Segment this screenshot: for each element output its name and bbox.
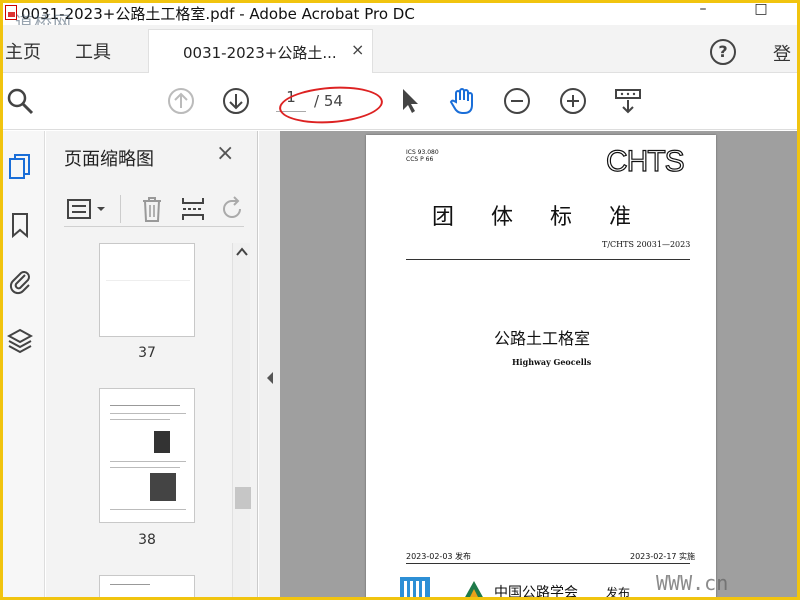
zoom-in-icon[interactable]: [558, 86, 588, 116]
thumbnail-panel: 页面缩略图 × 37 38: [46, 131, 258, 597]
chts-emblem-icon: [465, 581, 483, 597]
standard-type: 团 体 标 准: [432, 205, 635, 230]
organization-name: 中国公路学会: [494, 585, 578, 597]
document-viewport[interactable]: ICS 93.080 CCS P 66 CHTS 团 体 标 准 T/CHTS …: [280, 131, 797, 597]
pdf-page: ICS 93.080 CCS P 66 CHTS 团 体 标 准 T/CHTS …: [366, 135, 716, 597]
select-cursor-icon[interactable]: [395, 86, 425, 116]
thumbnail-content: [110, 413, 186, 414]
hand-tool-icon[interactable]: [448, 86, 478, 116]
help-button[interactable]: ?: [710, 39, 736, 65]
thumbnail-content: [110, 509, 186, 510]
page-thumbnails-icon[interactable]: [7, 153, 33, 181]
rotate-page-icon[interactable]: [220, 195, 246, 223]
next-page-icon[interactable]: [221, 86, 251, 116]
navigation-rail: [3, 131, 45, 597]
thumbnail-figure: [154, 431, 170, 453]
thumbnail-label: 38: [138, 532, 156, 548]
thumbnail-scrollbar[interactable]: [232, 243, 251, 597]
menu-tools[interactable]: 工具: [75, 38, 111, 64]
previous-page-icon[interactable]: [166, 86, 196, 116]
standard-number: T/CHTS 20031—2023: [602, 240, 691, 249]
attachment-icon[interactable]: [7, 267, 33, 295]
zoom-out-icon[interactable]: [502, 86, 532, 116]
publish-label: 发布: [606, 586, 631, 597]
acrobat-window: 0031-2023+公路土工格室.pdf - Adobe Acrobat Pro…: [3, 3, 797, 597]
panel-collapse-strip[interactable]: [259, 131, 280, 597]
panel-toolbar: [64, 191, 244, 227]
page-display-icon[interactable]: [613, 86, 643, 116]
toolbar: 1 / 54: [3, 74, 797, 130]
thumbnail-content: [106, 280, 190, 281]
qr-pattern: [404, 581, 426, 597]
close-panel-icon[interactable]: ×: [216, 141, 234, 166]
search-icon[interactable]: [5, 86, 35, 116]
publish-date: 2023-02-03 发布: [406, 552, 472, 561]
maximize-button[interactable]: □: [741, 3, 781, 25]
page-thumbnail-37[interactable]: [99, 243, 195, 337]
panel-title: 页面缩略图: [64, 149, 154, 170]
thumbnail-content: [110, 461, 186, 462]
thumbnail-figure: [150, 473, 176, 501]
options-menu-icon[interactable]: [66, 197, 110, 221]
thumbnail-label: 37: [138, 345, 156, 361]
insert-page-icon[interactable]: [180, 195, 206, 223]
thumbnail-content: [110, 419, 170, 420]
scroll-up-icon[interactable]: [236, 247, 248, 257]
bookmark-icon[interactable]: [7, 211, 33, 239]
delete-page-icon[interactable]: [140, 195, 164, 223]
thumbnail-content: [110, 405, 180, 406]
chts-logo: CHTS: [605, 144, 685, 178]
collapse-arrow-icon[interactable]: [265, 371, 275, 385]
page-thumbnail-39[interactable]: [99, 575, 195, 597]
implementation-date: 2023-02-17 实施: [630, 552, 696, 561]
document-title-cn: 公路土工格室: [494, 329, 591, 348]
login-button[interactable]: 登: [773, 40, 791, 66]
footer-rule: [406, 563, 690, 564]
menu-home[interactable]: 主页: [5, 38, 41, 64]
document-tab-label: 0031-2023+公路土...: [183, 44, 337, 62]
header-rule: [406, 259, 690, 260]
title-bar: 0031-2023+公路土工格室.pdf - Adobe Acrobat Pro…: [3, 3, 797, 34]
qr-code: [400, 577, 430, 597]
thumbnail-content: [110, 467, 180, 468]
ics-code: ICS 93.080: [406, 149, 439, 156]
toolbar-divider: [120, 195, 121, 223]
window-title: 0031-2023+公路土工格室.pdf - Adobe Acrobat Pro…: [21, 5, 415, 23]
ccs-code: CCS P 66: [406, 156, 434, 163]
site-watermark-bottom: WWW.cn: [656, 571, 729, 595]
document-title-en: Highway Geocells: [512, 357, 592, 367]
document-tab[interactable]: 0031-2023+公路土... ×: [148, 29, 373, 73]
menu-bar: 主页 工具 0031-2023+公路土... × ? 登: [3, 25, 797, 73]
thumbnail-content: [110, 584, 150, 585]
minimize-button[interactable]: –: [683, 3, 723, 25]
scrollbar-thumb[interactable]: [235, 487, 251, 509]
layers-icon[interactable]: [7, 327, 33, 355]
page-thumbnail-38[interactable]: [99, 388, 195, 523]
close-tab-icon[interactable]: ×: [351, 40, 364, 59]
